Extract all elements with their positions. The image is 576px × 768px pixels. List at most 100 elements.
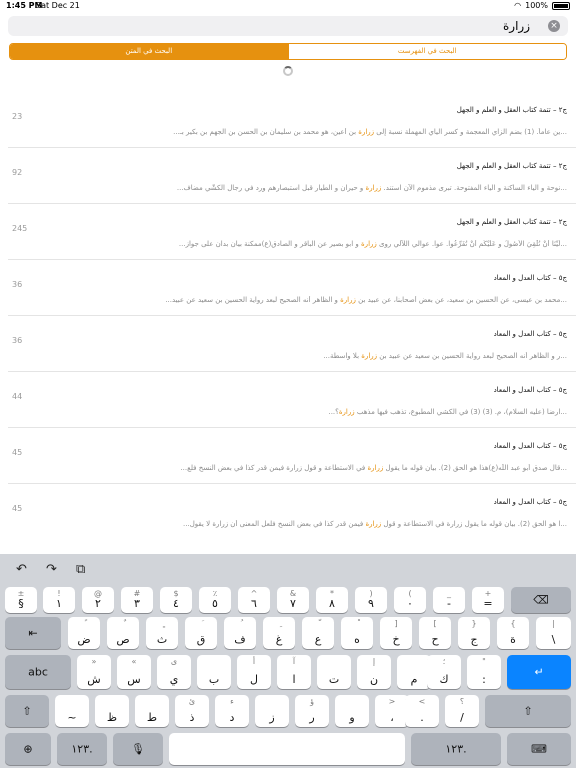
key[interactable]: #٣ (121, 587, 153, 613)
key-char: ي (169, 673, 179, 686)
key[interactable]: | \ (536, 617, 571, 649)
key[interactable]: ب (197, 655, 231, 689)
key[interactable]: ز (255, 695, 289, 727)
key[interactable]: ٌص (107, 617, 139, 649)
key[interactable]: ْه (341, 617, 373, 649)
key[interactable]: ت (317, 655, 351, 689)
key[interactable]: ٪ ٥ (199, 587, 231, 613)
key-char: ع (314, 633, 322, 646)
key[interactable]: ىي (157, 655, 191, 689)
result-row[interactable]: ج٥ – كتاب العدل و المعاد ...محمد بن عيسى… (8, 260, 576, 316)
numbers-key-left[interactable]: ١٢٣. (57, 733, 107, 765)
key[interactable]: ) ٩ (355, 587, 387, 613)
key[interactable]: ± § (5, 587, 37, 613)
key[interactable]: و (335, 695, 369, 727)
shift-key-left[interactable]: ⇧ (5, 695, 49, 727)
key-char: س (127, 673, 141, 686)
key[interactable]: ّع (302, 617, 334, 649)
segment-search-in-index[interactable]: البحث في الفهرست (287, 44, 566, 59)
key[interactable]: آا (277, 655, 311, 689)
key[interactable]: أل (237, 655, 271, 689)
result-page-number: 245 (12, 224, 28, 233)
return-key[interactable]: ↵ (507, 655, 571, 689)
key[interactable]: ": (467, 655, 501, 689)
key[interactable]: <. (405, 695, 439, 727)
key[interactable]: } ج (458, 617, 490, 649)
clear-search-icon[interactable]: × (548, 20, 560, 32)
numbers-key-right[interactable]: ١٢٣. (411, 733, 501, 765)
result-row[interactable]: ج٢ – تتمة كتاب العقل و العلم و الجهل ...… (8, 148, 576, 204)
key[interactable]: & ٧ (277, 587, 309, 613)
key[interactable]: {ة (497, 617, 529, 649)
key[interactable]: «س (117, 655, 151, 689)
key[interactable]: َق (185, 617, 217, 649)
key[interactable]: ؟ / (445, 695, 479, 727)
snippet-after: فيمن قدر كذا في بعض النسخ فلعل المعنى أن… (183, 520, 366, 528)
key[interactable]: $٤ (160, 587, 192, 613)
key[interactable]: إن (357, 655, 391, 689)
undo-icon[interactable]: ↶ (16, 562, 27, 577)
search-scope-segmented-control[interactable]: البحث في المتن البحث في الفهرست (9, 43, 567, 60)
search-bar[interactable]: × زرارة (8, 16, 568, 36)
result-row[interactable]: ج٥ – كتاب العدل و المعاد ...ا هو الحق (2… (8, 484, 576, 540)
key-alt: | (552, 619, 555, 628)
space-bar[interactable] (169, 733, 405, 765)
key-char: ٦ (251, 597, 257, 610)
key-char: ز (269, 711, 275, 724)
tab-key[interactable]: ⇤ (5, 617, 61, 649)
key[interactable]: ُف (224, 617, 256, 649)
key[interactable]: ئذ (175, 695, 209, 727)
numbers-label: ١٢٣. (71, 742, 93, 756)
result-title: ج٢ – تتمة كتاب العقل و العلم و الجهل (456, 218, 567, 226)
key[interactable]: (٠ (394, 587, 426, 613)
result-page-number: 36 (12, 336, 23, 345)
key[interactable]: * ٨ (316, 587, 348, 613)
key[interactable]: ِغ (263, 617, 295, 649)
result-row[interactable]: ج٥ – كتاب العدل و المعاد ...ارضا (عليه ا… (8, 372, 576, 428)
key[interactable]: + = (472, 587, 504, 613)
key[interactable]: > ، (375, 695, 409, 727)
abc-key[interactable]: abc (5, 655, 71, 689)
segment-search-in-text[interactable]: البحث في المتن (10, 44, 288, 59)
globe-key[interactable]: ⊕ (5, 733, 51, 765)
redo-icon[interactable]: ↷ (46, 562, 57, 577)
key[interactable]: ًض (68, 617, 100, 649)
key[interactable]: ؛ ك (427, 655, 461, 689)
key[interactable]: ٍث (146, 617, 178, 649)
key[interactable]: [ح (419, 617, 451, 649)
result-title: ج٢ – تتمة كتاب العقل و العلم و الجهل (456, 106, 567, 114)
key[interactable]: ~ (55, 695, 89, 727)
paste-icon[interactable]: ⧉ (76, 562, 85, 577)
snippet-before: ...ين عاماً. (1) بضم الزاي المعجمة و كسر… (374, 128, 567, 136)
key[interactable]: ط (135, 695, 169, 727)
result-row[interactable]: ج٥ – كتاب العدل و المعاد ...ر و الظاهر أ… (8, 316, 576, 372)
mic-key[interactable]: 🎙 (113, 733, 163, 765)
key[interactable]: ظ (95, 695, 129, 727)
result-snippet: ...ر و الظاهر أنه الصحيح لبعد رواية الحس… (47, 352, 567, 360)
wifi-icon: ◠ (514, 1, 522, 10)
key[interactable]: ءد (215, 695, 249, 727)
search-input[interactable]: زرارة (503, 19, 530, 33)
key[interactable]: ؤر (295, 695, 329, 727)
key-char: § (18, 597, 24, 610)
key-char: ظ (106, 711, 118, 724)
key[interactable]: م (397, 655, 431, 689)
key-alt: ئ (188, 697, 196, 706)
result-row[interactable]: ج٢ – تتمة كتاب العقل و العلم و الجهل ...… (8, 92, 576, 148)
key-char: : (482, 673, 486, 686)
key-alt: > (388, 697, 396, 706)
key[interactable]: ^ ٦ (238, 587, 270, 613)
result-row[interactable]: ج٢ – تتمة كتاب العقل و العلم و الجهل ...… (8, 204, 576, 260)
hide-keyboard-key[interactable]: ⌨ (507, 733, 571, 765)
result-row[interactable]: ج٥ – كتاب العدل و المعاد ...قال صدق أبو … (8, 428, 576, 484)
key[interactable]: » ش (77, 655, 111, 689)
delete-key[interactable]: ⌫ (511, 587, 571, 613)
key[interactable]: @٢ (82, 587, 114, 613)
shift-icon: ⇧ (22, 704, 32, 718)
shift-key-right[interactable]: ⇧ (485, 695, 571, 727)
key[interactable]: ] خ (380, 617, 412, 649)
key[interactable]: _ - (433, 587, 465, 613)
key[interactable]: ! ١ (43, 587, 75, 613)
key-char: ٢ (95, 597, 101, 610)
snippet-before: ...محمد بن عيسى، عن الحسين بن سعيد، عن ب… (355, 296, 567, 304)
